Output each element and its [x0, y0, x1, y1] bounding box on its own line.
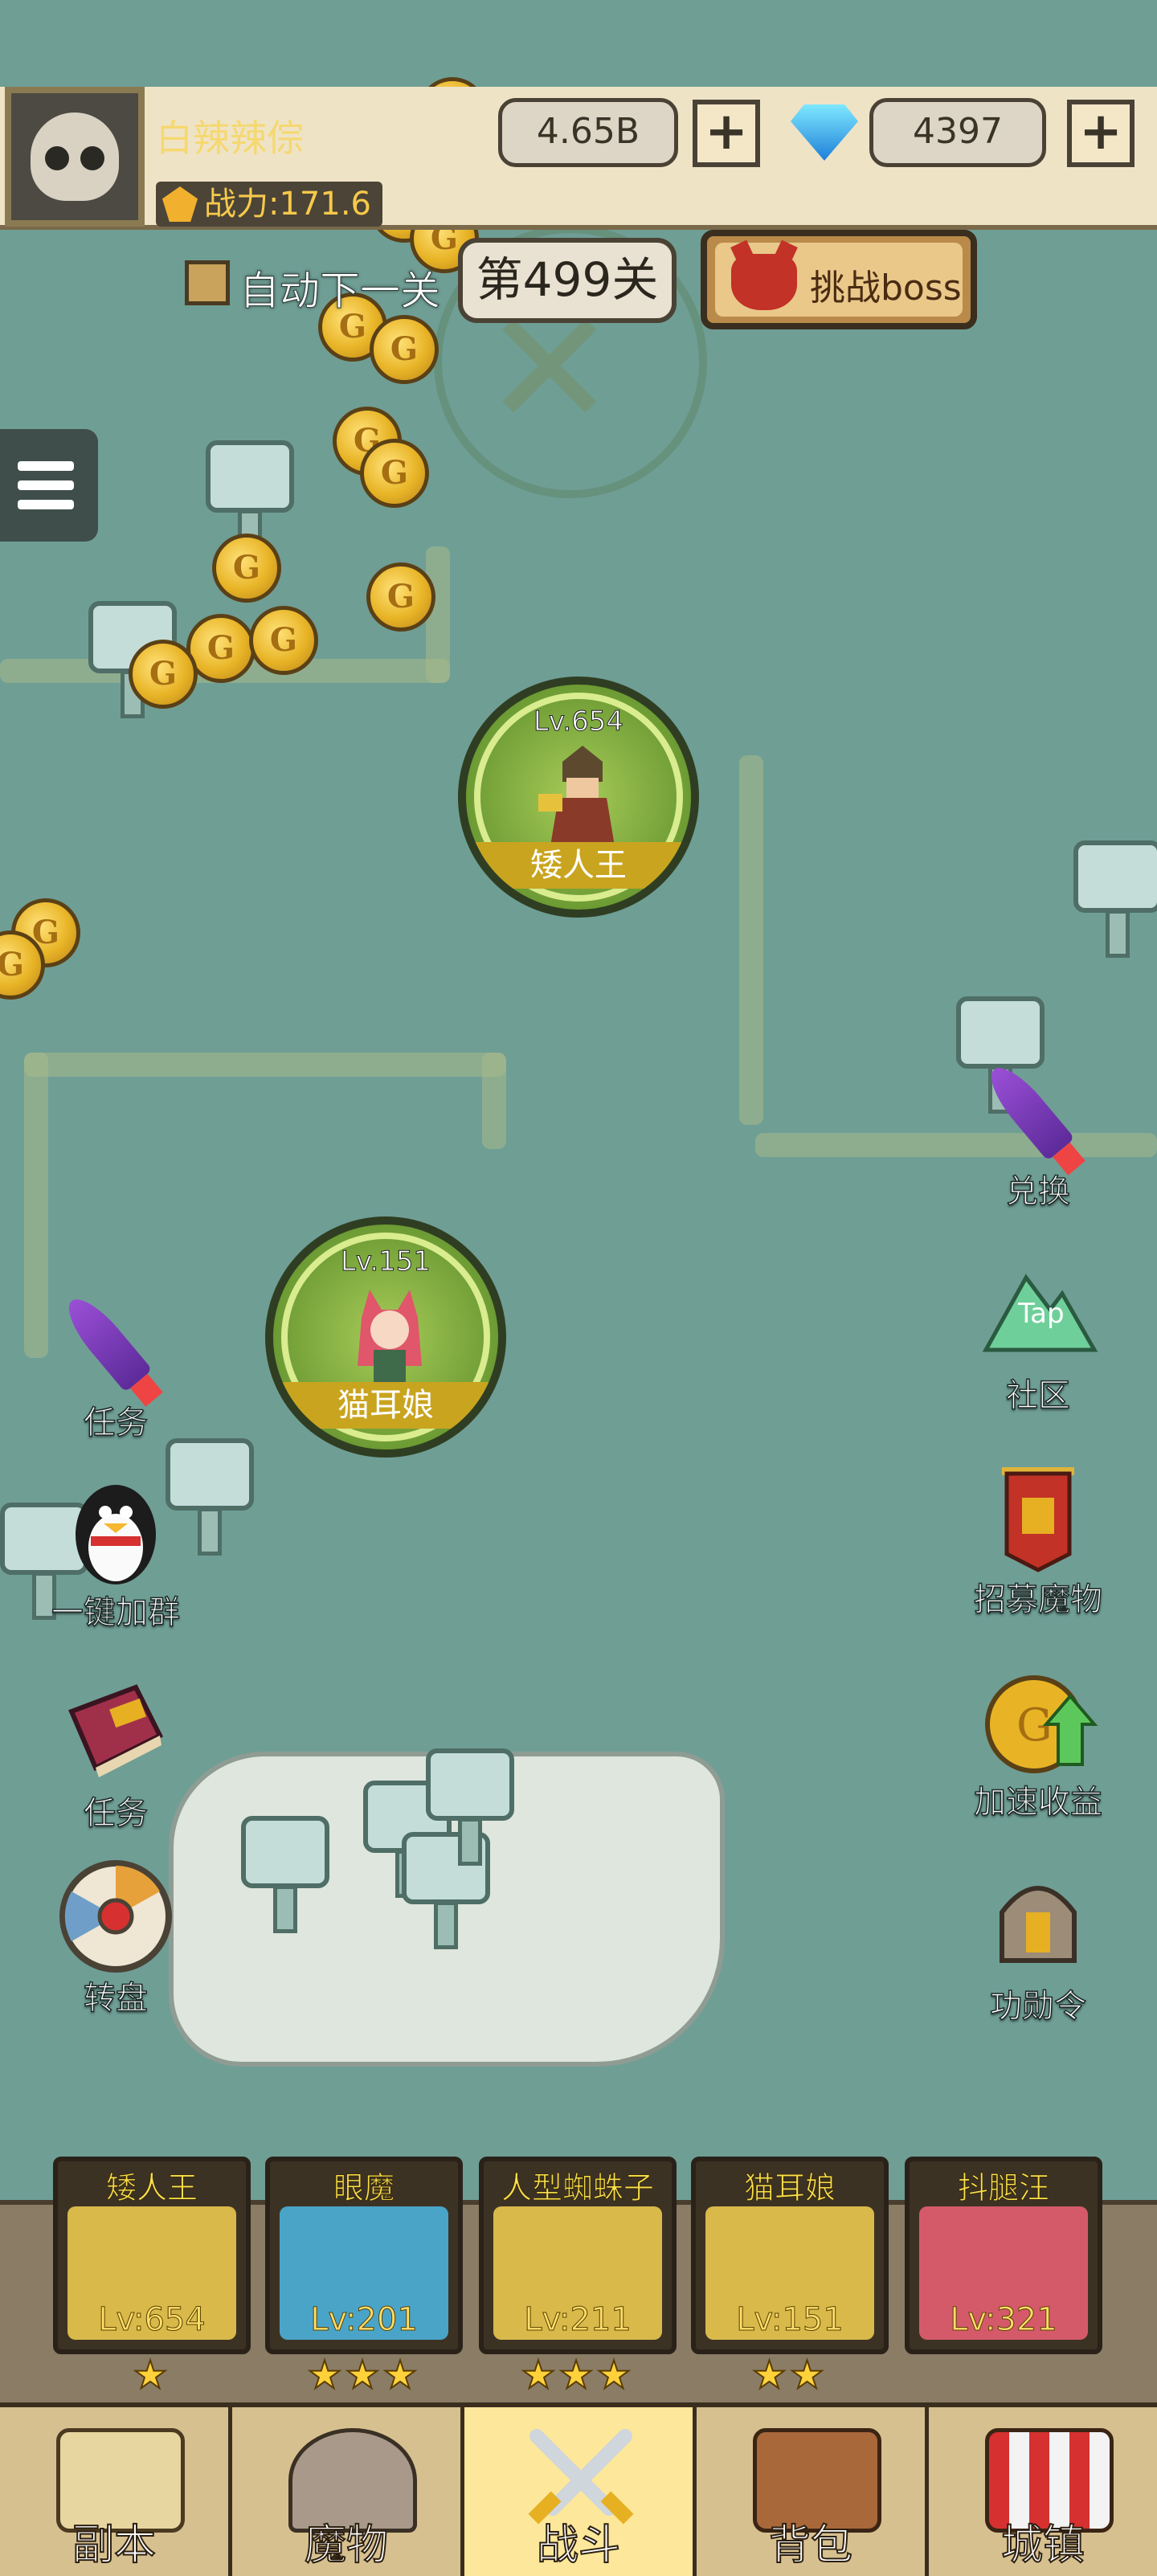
- team-hero-level: Lv:151: [736, 2301, 844, 2339]
- team-hero-level: Lv:211: [524, 2301, 632, 2339]
- combat-power-badge: 战力:171.6: [156, 182, 382, 227]
- merit-order-button[interactable]: 功勋令: [958, 1864, 1118, 2026]
- team-hero-name: 抖腿汪: [957, 2170, 1049, 2206]
- rocket-icon: [978, 1049, 1098, 1170]
- demon-head-icon: [731, 254, 797, 310]
- recruit-monster-button[interactable]: 招募魔物: [958, 1458, 1118, 1620]
- team-hero-level: Lv:201: [310, 2301, 419, 2339]
- banner-helmet-icon: [978, 1458, 1098, 1578]
- bottom-tab-bar: 副本 魔物 战斗 背包 城镇: [0, 2402, 1157, 2576]
- tab-town[interactable]: 城镇: [929, 2407, 1157, 2576]
- star-rating: ★: [132, 2352, 171, 2398]
- gold-coin-icon[interactable]: [212, 534, 281, 603]
- challenge-boss-label: 挑战boss: [810, 268, 962, 309]
- team-slot-eye-demon[interactable]: 眼魔 Lv:201: [265, 2157, 463, 2354]
- team-hero-name: 眼魔: [333, 2170, 395, 2206]
- crossed-swords-icon: [521, 2428, 641, 2525]
- cat-girl-portrait: [358, 1290, 422, 1388]
- hero-level: Lv.151: [340, 1245, 431, 1278]
- map-path: [739, 755, 763, 1125]
- helmet-icon: [978, 1864, 1098, 1985]
- map-path: [24, 1053, 506, 1077]
- gold-amount: 4.65B: [498, 98, 678, 167]
- team-hero-name: 矮人王: [105, 2170, 198, 2206]
- auto-next-label: 自动下一关: [239, 268, 441, 315]
- book-icon: [55, 1671, 176, 1792]
- dwarf-king-portrait: [538, 746, 615, 846]
- left-task-button[interactable]: 任务: [35, 1281, 196, 1443]
- star-rating: [905, 2353, 1102, 2398]
- lucky-wheel-button[interactable]: 转盘: [35, 1856, 196, 2018]
- power-icon: [162, 186, 198, 222]
- join-group-button[interactable]: 一键加群: [35, 1470, 196, 1633]
- tab-backpack[interactable]: 背包: [697, 2407, 929, 2576]
- quest-book-button[interactable]: 任务: [35, 1671, 196, 1834]
- tap-mountain-icon: Tap: [978, 1253, 1098, 1374]
- map-path: [482, 1053, 506, 1149]
- star-rating: ★★★: [306, 2352, 421, 2398]
- tree: [1073, 840, 1157, 961]
- exchange-button[interactable]: 兑换: [958, 1049, 1118, 1212]
- penguin-icon: [55, 1470, 176, 1591]
- gold-coin-icon[interactable]: [360, 439, 429, 508]
- community-button[interactable]: Tap 社区: [958, 1253, 1118, 1416]
- combat-power-text: 战力:171.6: [204, 186, 371, 223]
- gold-coin-icon[interactable]: [129, 640, 198, 709]
- team-hero-level: Lv:321: [950, 2301, 1058, 2339]
- coin-arrow-icon: G: [978, 1660, 1098, 1781]
- star-rating: ★★: [751, 2352, 828, 2398]
- speed-up-income-button[interactable]: G 加速收益: [958, 1660, 1118, 1822]
- team-slot-dwarf-king[interactable]: 矮人王 Lv:654: [53, 2157, 251, 2354]
- player-name: 白辣辣倧: [156, 117, 304, 160]
- team-hero-name: 猫耳娘: [743, 2170, 836, 2206]
- map-hero-cat-girl[interactable]: Lv.151 猫耳娘: [265, 1216, 506, 1458]
- tab-monsters[interactable]: 魔物: [232, 2407, 464, 2576]
- gold-coin-icon[interactable]: [370, 315, 439, 384]
- star-rating: ★★★: [520, 2352, 635, 2398]
- tab-battle[interactable]: 战斗: [464, 2407, 697, 2576]
- team-hero-name: 人型蜘蛛子: [501, 2170, 654, 2206]
- team-slot-shaking-dog[interactable]: 抖腿汪 Lv:321: [905, 2157, 1102, 2354]
- menu-button[interactable]: [0, 429, 98, 542]
- map-hero-dwarf-king[interactable]: Lv.654 矮人王: [458, 677, 699, 918]
- wheel-icon: [55, 1856, 176, 1977]
- gem-amount: 4397: [869, 98, 1046, 167]
- tab-dungeon[interactable]: 副本: [0, 2407, 232, 2576]
- skull-icon: [31, 112, 119, 201]
- gold-coin-icon[interactable]: [366, 562, 435, 632]
- team-slot-spider-girl[interactable]: 人型蜘蛛子 Lv:211: [479, 2157, 677, 2354]
- team-hero-level: Lv:654: [98, 2301, 206, 2339]
- rocket-icon: [55, 1281, 176, 1401]
- stage-number: 第499关: [458, 238, 677, 323]
- hero-level: Lv.654: [533, 705, 624, 738]
- tree: [426, 1748, 514, 1869]
- player-avatar[interactable]: [5, 87, 145, 227]
- add-gems-button[interactable]: +: [1067, 100, 1135, 167]
- team-slot-cat-girl[interactable]: 猫耳娘 Lv:151: [691, 2157, 889, 2354]
- tap-badge: Tap: [1017, 1298, 1065, 1330]
- auto-next-checkbox[interactable]: [185, 260, 230, 305]
- hero-name: 矮人王: [466, 842, 691, 889]
- tree: [241, 1816, 329, 1936]
- add-gold-button[interactable]: +: [693, 100, 760, 167]
- hero-name: 猫耳娘: [273, 1382, 498, 1429]
- hamburger-icon: [18, 461, 74, 471]
- challenge-boss-button[interactable]: 挑战boss: [701, 230, 977, 329]
- gold-coin-icon[interactable]: [249, 606, 318, 675]
